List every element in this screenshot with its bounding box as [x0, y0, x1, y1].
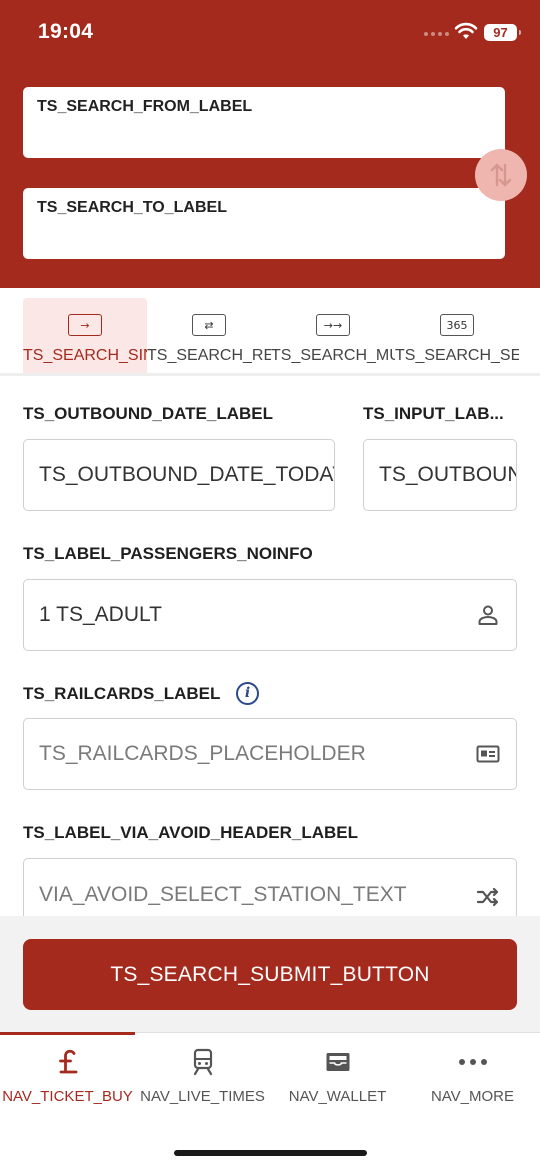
more-dots-icon: [458, 1059, 487, 1065]
railcards-label: TS_RAILCARDS_LABEL: [23, 684, 221, 703]
home-indicator: [174, 1150, 367, 1156]
nav-wallet[interactable]: NAV_WALLET: [270, 1033, 405, 1133]
tab-single-label: TS_SEARCH_SINGLE: [23, 347, 147, 364]
status-time: 19:04: [38, 20, 94, 43]
tab-season-label: TS_SEARCH_SEASON: [395, 347, 519, 364]
pound-icon: [58, 1049, 77, 1074]
from-station-field[interactable]: TS_SEARCH_FROM_LABEL: [23, 87, 505, 158]
from-station-label: TS_SEARCH_FROM_LABEL: [37, 98, 253, 115]
passengers-field[interactable]: 1 TS_ADULT: [23, 579, 517, 651]
nav-live-times[interactable]: NAV_LIVE_TIMES: [135, 1033, 270, 1133]
train-icon: [193, 1048, 212, 1076]
outbound-time-field[interactable]: TS_OUTBOUND_TIME: [363, 439, 517, 511]
wallet-icon: [326, 1053, 349, 1071]
tab-single[interactable]: → TS_SEARCH_SINGLE: [23, 298, 147, 373]
nav-live-times-label: NAV_LIVE_TIMES: [140, 1088, 265, 1105]
nav-wallet-label: NAV_WALLET: [288, 1088, 387, 1105]
return-arrows-icon: ⇄: [192, 314, 226, 336]
status-bar: 19:04 97: [0, 0, 540, 66]
nav-ticket-buy-label: NAV_TICKET_BUY: [2, 1088, 133, 1105]
wifi-icon: [454, 22, 478, 39]
via-avoid-label: TS_LABEL_VIA_AVOID_HEADER_LABEL: [23, 823, 359, 842]
passengers-label: TS_LABEL_PASSENGERS_NOINFO: [23, 544, 313, 563]
to-station-field[interactable]: TS_SEARCH_TO_LABEL: [23, 188, 505, 259]
multi-arrow-icon: →→: [316, 314, 350, 336]
shuffle-icon: [476, 887, 499, 907]
railcards-field[interactable]: TS_RAILCARDS_PLACEHOLDER: [23, 718, 517, 790]
nav-ticket-buy[interactable]: NAV_TICKET_BUY: [0, 1032, 135, 1133]
calendar-365-icon: 365: [440, 314, 474, 336]
outbound-time-label: TS_INPUT_LAB...: [363, 404, 504, 423]
search-submit-button[interactable]: TS_SEARCH_SUBMIT_BUTTON: [23, 939, 517, 1010]
single-arrow-icon: →: [68, 314, 102, 336]
nav-more-label: NAV_MORE: [430, 1088, 515, 1105]
to-station-label: TS_SEARCH_TO_LABEL: [37, 199, 227, 216]
swap-stations-button[interactable]: [475, 149, 527, 201]
journey-type-tabs: → TS_SEARCH_SINGLE ⇄ TS_SEARCH_RETURN →→…: [0, 288, 540, 376]
tab-multi-label: TS_SEARCH_MULTI: [271, 347, 395, 364]
nav-more[interactable]: NAV_MORE: [405, 1033, 540, 1133]
search-header: 19:04 97 TS_SEARCH_FROM_LABEL TS_SEARCH_…: [0, 0, 540, 288]
signal-dots-icon: [424, 32, 449, 38]
bottom-navigation: NAV_TICKET_BUY NAV_LIVE_TIMES NAV_WALLET: [0, 1032, 540, 1169]
railcard-icon: [476, 745, 500, 763]
tab-season[interactable]: 365 TS_SEARCH_SEASON: [395, 298, 519, 373]
outbound-date-field[interactable]: TS_OUTBOUND_DATE_TODAY: [23, 439, 335, 511]
tab-multi[interactable]: →→ TS_SEARCH_MULTI: [271, 298, 395, 373]
outbound-date-label: TS_OUTBOUND_DATE_LABEL: [23, 404, 273, 423]
passengers-value: 1 TS_ADULT: [39, 603, 162, 626]
via-avoid-placeholder: VIA_AVOID_SELECT_STATION_TEXT: [39, 883, 407, 906]
railcards-placeholder: TS_RAILCARDS_PLACEHOLDER: [39, 742, 366, 765]
swap-vertical-icon: [490, 163, 512, 187]
info-icon[interactable]: i: [236, 682, 259, 705]
outbound-time-value: TS_OUTBOUND_TIME: [379, 463, 516, 486]
tab-return-label: TS_SEARCH_RETURN: [147, 347, 271, 364]
person-icon: [478, 605, 498, 625]
battery-icon: 97: [484, 24, 521, 41]
outbound-date-value: TS_OUTBOUND_DATE_TODAY: [39, 463, 335, 486]
tab-return[interactable]: ⇄ TS_SEARCH_RETURN: [147, 298, 271, 373]
